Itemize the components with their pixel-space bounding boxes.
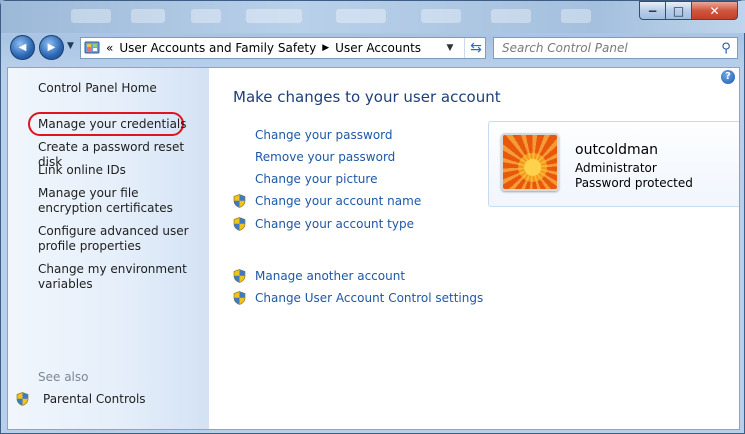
close-button[interactable]: ✕ [692,1,738,20]
uac-shield-icon [233,269,246,283]
maximize-button[interactable]: □ [666,1,692,20]
change-password-link[interactable]: Change your password [255,128,393,142]
control-panel-home-link[interactable]: Control Panel Home [38,81,203,96]
change-uac-settings-link[interactable]: Change User Account Control settings [255,291,483,305]
task-pane: Control Panel Home Manage your credentia… [8,68,209,429]
account-role: Administrator [575,161,657,175]
change-picture-link[interactable]: Change your picture [255,172,377,186]
account-status: Password protected [575,176,693,190]
breadcrumb-overflow[interactable]: « [106,41,113,55]
blurred-tab [491,9,531,23]
control-panel-window: − □ ✕ ◀ ▶ ▼ « User Accounts and Family S… [0,0,745,434]
account-name: outcoldman [575,142,659,158]
configure-profile-properties-link[interactable]: Configure advanced user profile properti… [38,224,203,254]
page-title: Make changes to your user account [233,88,501,106]
blurred-tab [191,9,221,23]
blurred-tab [336,9,386,23]
navigation-bar: ◀ ▶ ▼ « User Accounts and Family Safety … [1,33,745,63]
blurred-tab [421,9,461,23]
minimize-button[interactable]: − [639,1,666,20]
manage-file-encryption-link[interactable]: Manage your file encryption certificates [38,186,203,216]
forward-arrow-icon: ▶ [47,42,56,53]
search-box[interactable]: ⚲ [493,37,738,59]
breadcrumb-item-user-accounts[interactable]: User Accounts [335,41,421,55]
change-account-name-link[interactable]: Change your account name [255,194,421,208]
breadcrumb-item-user-accounts-family-safety[interactable]: User Accounts and Family Safety [119,41,316,55]
see-also-heading: See also [38,370,89,384]
link-online-ids-link[interactable]: Link online IDs [38,163,203,178]
user-avatar [501,133,559,191]
search-icon[interactable]: ⚲ [715,41,737,56]
remove-password-link[interactable]: Remove your password [255,150,395,164]
back-arrow-icon: ◀ [18,42,27,53]
parental-controls-link[interactable]: Parental Controls [43,392,146,406]
recent-pages-dropdown[interactable]: ▼ [67,41,74,51]
forward-button[interactable]: ▶ [39,35,64,60]
address-bar[interactable]: « User Accounts and Family Safety ▶ User… [80,37,486,59]
manage-credentials-link[interactable]: Manage your credentials [38,117,203,132]
title-bar[interactable]: − □ ✕ [1,1,745,33]
address-dropdown-icon[interactable]: ▼ [439,38,461,58]
blurred-tab [561,9,591,23]
blurred-tab [131,9,165,23]
search-input[interactable] [500,40,715,56]
parental-controls-item[interactable]: Parental Controls [16,392,146,406]
control-panel-icon [84,40,100,56]
help-icon[interactable]: ? [721,70,735,84]
content-area: Control Panel Home Manage your credentia… [7,67,740,430]
uac-shield-icon [233,291,246,305]
refresh-button[interactable]: ⇆ [464,38,487,58]
blurred-tab [71,9,111,23]
uac-shield-icon [16,392,29,406]
breadcrumb-separator-icon[interactable]: ▶ [322,43,329,53]
uac-shield-icon [233,194,246,208]
blurred-tab [246,9,302,23]
uac-shield-icon [233,217,246,231]
caption-buttons: − □ ✕ [639,1,738,21]
refresh-icon: ⇆ [470,40,482,56]
back-button[interactable]: ◀ [10,35,35,60]
change-account-type-link[interactable]: Change your account type [255,217,414,231]
manage-another-account-link[interactable]: Manage another account [255,269,405,283]
account-card: outcoldman Administrator Password protec… [488,121,739,207]
change-environment-variables-link[interactable]: Change my environment variables [38,262,203,292]
